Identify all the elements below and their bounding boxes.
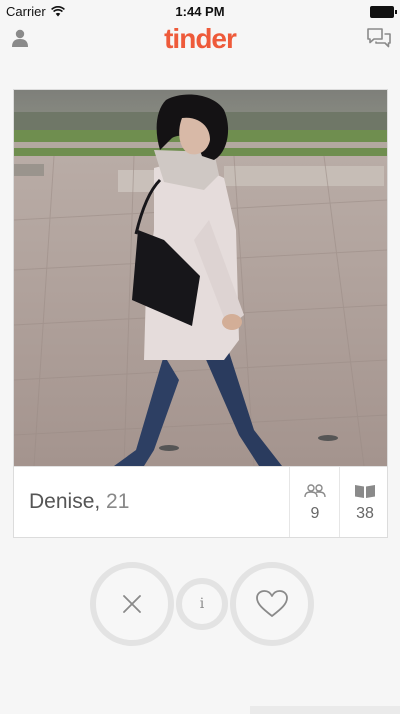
mutual-friends-count: 9 xyxy=(310,505,320,522)
shared-interests-stat[interactable]: 38 xyxy=(339,467,390,537)
close-icon xyxy=(123,595,141,613)
messages-icon xyxy=(367,28,391,48)
profile-name-age: Denise, 21 xyxy=(29,490,129,514)
profile-name: Denise, xyxy=(29,490,101,513)
status-time: 1:44 PM xyxy=(175,4,225,19)
messages-button[interactable] xyxy=(366,26,392,55)
profile-photo-illustration xyxy=(14,90,387,466)
profile-info: Denise, 21 9 38 xyxy=(14,466,387,537)
dislike-button[interactable] xyxy=(90,562,174,646)
like-button[interactable] xyxy=(230,562,314,646)
shared-interests-count: 38 xyxy=(356,505,374,522)
info-button[interactable]: i xyxy=(176,578,228,630)
tinder-logo: tinder xyxy=(164,23,237,54)
book-icon xyxy=(355,485,375,498)
status-bar: Carrier 1:44 PM xyxy=(0,0,400,22)
info-icon: i xyxy=(199,596,205,612)
profile-card[interactable]: Denise, 21 9 38 xyxy=(13,89,388,538)
friends-icon xyxy=(304,484,326,498)
profile-age: 21 xyxy=(106,490,130,513)
profile-photo xyxy=(14,90,387,466)
mutual-friends-stat[interactable]: 9 xyxy=(289,467,340,537)
nav-bar: tinder xyxy=(0,22,400,64)
bottom-edge xyxy=(250,706,400,714)
heart-icon xyxy=(256,590,288,617)
battery-icon xyxy=(370,6,397,18)
